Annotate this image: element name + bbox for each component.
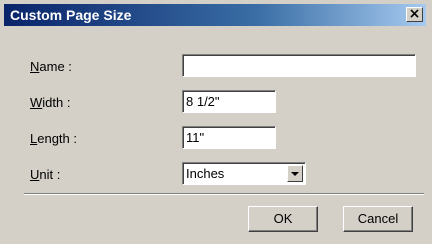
unit-select-value: Inches [186,166,225,181]
unit-label-accelerator: U [30,167,40,182]
length-label: Length : [30,131,77,146]
name-label-accelerator: N [30,59,40,74]
unit-select[interactable]: Inches [182,162,306,185]
cancel-button[interactable]: Cancel [343,206,413,232]
length-label-text: ength : [37,131,77,146]
chevron-down-icon [291,172,299,176]
width-label-text: idth : [42,95,71,110]
name-input[interactable] [182,54,416,77]
custom-page-size-dialog: Custom Page Size × Name : Width : 8 1/2"… [0,0,432,244]
unit-dropdown-button[interactable] [287,165,303,182]
separator [24,193,424,195]
width-input[interactable]: 8 1/2" [182,90,276,113]
name-label: Name : [30,59,72,74]
ok-button[interactable]: OK [248,206,318,232]
dialog-title: Custom Page Size [10,7,132,23]
unit-label-text: nit : [39,167,61,182]
close-icon: × [408,6,421,22]
width-label: Width : [30,95,70,110]
title-bar[interactable]: Custom Page Size × [4,4,426,26]
unit-label: Unit : [30,167,60,182]
width-label-accelerator: W [30,95,43,110]
length-input[interactable]: 11" [182,126,276,149]
close-button[interactable]: × [406,6,423,22]
name-label-text: ame : [39,59,72,74]
